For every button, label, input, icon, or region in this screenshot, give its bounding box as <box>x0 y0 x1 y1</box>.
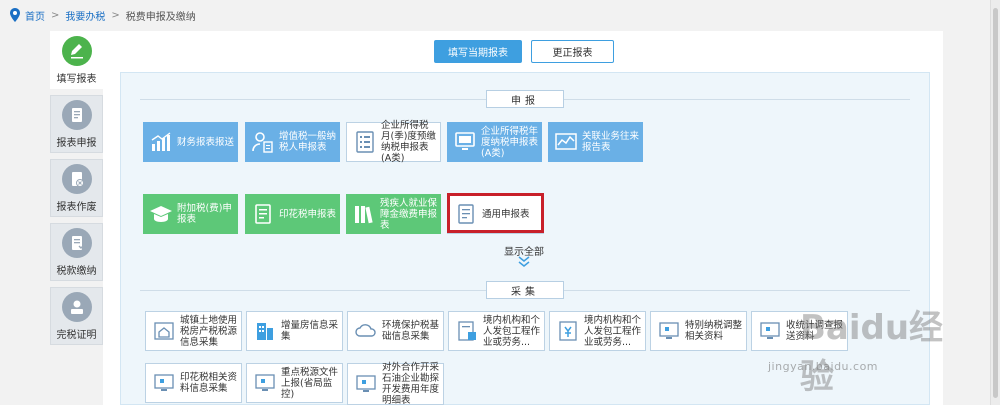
tile-stamp-duty-info[interactable]: 印花税相关资料信息采集 <box>145 363 242 403</box>
location-pin-icon <box>10 8 20 22</box>
tile-label: 印花税相关资料信息采集 <box>180 372 238 394</box>
cloud-icon <box>355 324 376 337</box>
tile-surcharge[interactable]: 附加税(费)申报表 <box>143 194 238 234</box>
tile-key-tax-source[interactable]: 重点税源文件上报(省局监控) <box>246 363 343 403</box>
tile-label: 关联业务往来报告表 <box>582 131 640 153</box>
graduation-cap-icon <box>150 206 172 222</box>
breadcrumb-separator: > <box>51 9 60 21</box>
tile-environment-tax[interactable]: 环境保护税基础信息采集 <box>347 311 444 351</box>
list-icon <box>356 131 374 153</box>
breadcrumb-separator: > <box>111 9 120 21</box>
tile-label: 特别纳税调整相关资料 <box>685 320 743 342</box>
correct-report-button[interactable]: 更正报表 <box>531 40 614 63</box>
screen-icon <box>659 322 679 339</box>
vertical-scrollbar[interactable] <box>990 0 1000 405</box>
chart-icon <box>151 132 171 151</box>
tile-land-property-tax[interactable]: 城镇土地使用税房产税税源信息采集 <box>145 311 242 351</box>
tile-label: 财务报表报送 <box>177 136 235 148</box>
tile-statistics-survey[interactable]: 收统计调查报送资料 <box>751 311 848 351</box>
chevron-double-down-icon[interactable] <box>517 255 531 269</box>
breadcrumb-my-tax[interactable]: 我要办税 <box>65 8 105 23</box>
nav-label: 填写报表 <box>56 74 97 85</box>
nav-label: 完税证明 <box>56 330 97 341</box>
tile-label: 增量房信息采集 <box>281 320 339 342</box>
tile-offshore-oil[interactable]: 对外合作开采石油企业勘探开发费用年度明细表 <box>347 362 444 405</box>
screen-icon <box>154 374 174 391</box>
person-form-icon <box>252 132 273 153</box>
tile-domestic-contract[interactable]: 境内机构和个人发包工程作业或劳务... <box>448 311 545 351</box>
tile-related-party[interactable]: 关联业务往来报告表 <box>548 122 643 162</box>
house-icon <box>154 322 174 340</box>
tile-label: 重点税源文件上报(省局监控) <box>281 366 339 400</box>
void-report-icon <box>61 164 92 194</box>
nav-item-report-void[interactable]: 报表作废 <box>50 159 103 217</box>
yen-form-icon <box>559 321 577 341</box>
breadcrumb-home[interactable]: 首页 <box>25 8 45 23</box>
tile-label: 残疾人就业保障金缴费申报表 <box>380 197 438 231</box>
report-icon <box>61 100 92 130</box>
nav-item-tax-certificate[interactable]: 完税证明 <box>50 287 103 345</box>
tile-label: 境内机构和个人发包工程作业或劳务... <box>584 314 642 348</box>
tile-financial-report[interactable]: 财务报表报送 <box>143 122 238 162</box>
nav-item-fill-report[interactable]: 填写报表 <box>50 31 103 89</box>
screen-icon <box>760 322 780 339</box>
tile-label: 收统计调查报送资料 <box>786 320 844 342</box>
tile-label: 环境保护税基础信息采集 <box>382 320 440 342</box>
scrollbar-thumb[interactable] <box>993 8 998 398</box>
scroll-icon <box>255 204 271 224</box>
nav-label: 报表作废 <box>56 202 97 213</box>
nav-item-tax-payment[interactable]: 税款缴纳 <box>50 223 103 281</box>
fill-current-report-button[interactable]: 填写当期报表 <box>434 40 522 63</box>
tile-special-tax-adjustment[interactable]: 特别纳税调整相关资料 <box>650 311 747 351</box>
trend-icon <box>555 133 577 150</box>
building-icon <box>257 323 273 340</box>
breadcrumb: 首页 > 我要办税 > 税费申报及缴纳 <box>10 6 196 24</box>
nav-item-report-declare[interactable]: 报表申报 <box>50 95 103 153</box>
tile-domestic-contract-2[interactable]: 境内机构和个人发包工程作业或劳务... <box>549 311 646 351</box>
tile-label: 印花税申报表 <box>279 208 337 220</box>
tile-label: 增值税一般纳税人申报表 <box>279 131 337 153</box>
tile-label: 城镇土地使用税房产税税源信息采集 <box>180 314 238 348</box>
screen-icon <box>255 374 275 391</box>
document-icon <box>458 204 474 224</box>
tile-label: 境内机构和个人发包工程作业或劳务... <box>483 314 541 348</box>
breadcrumb-current: 税费申报及缴纳 <box>125 11 196 23</box>
tile-incremental-housing[interactable]: 增量房信息采集 <box>246 311 343 351</box>
tile-cit-annual[interactable]: 企业所得税年度纳税申报表(A类) <box>447 122 542 162</box>
nav-label: 税款缴纳 <box>56 266 97 277</box>
nav-label: 报表申报 <box>56 138 97 149</box>
tile-stamp-duty[interactable]: 印花税申报表 <box>245 194 340 234</box>
tile-disabled-employment[interactable]: 残疾人就业保障金缴费申报表 <box>346 194 441 234</box>
tile-label: 通用申报表 <box>482 208 530 220</box>
tax-payment-icon <box>61 228 92 258</box>
section-title-declare: 申报 <box>486 90 564 108</box>
tile-cit-quarterly[interactable]: 企业所得税月(季)度预缴纳税申报表(A类) <box>346 120 441 164</box>
form-icon <box>458 321 476 341</box>
tile-label: 对外合作开采石油企业勘探开发费用年度明细表 <box>382 362 440 405</box>
monitor-icon <box>455 132 475 150</box>
tile-vat-general[interactable]: 增值税一般纳税人申报表 <box>245 122 340 162</box>
screen-icon <box>356 375 376 392</box>
section-title-collect: 采集 <box>486 281 564 299</box>
books-icon <box>355 206 373 224</box>
tile-label: 附加税(费)申报表 <box>177 203 232 225</box>
tile-label: 企业所得税月(季)度预缴纳税申报表(A类) <box>381 120 436 164</box>
pencil-icon <box>61 36 92 66</box>
certificate-icon <box>61 292 92 322</box>
tile-general-declaration[interactable]: 通用申报表 <box>447 194 544 234</box>
tile-label: 企业所得税年度纳税申报表(A类) <box>481 125 539 159</box>
